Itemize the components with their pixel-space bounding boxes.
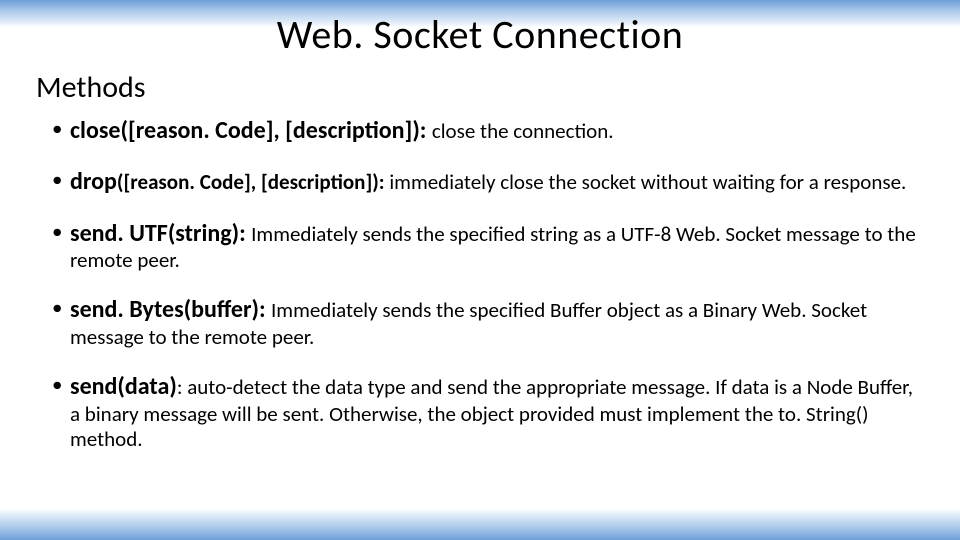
method-signature-tail: ([reason. Code], [description]):: [117, 169, 389, 195]
method-description: auto-detect the data type and send the a…: [70, 374, 913, 452]
method-signature: send. UTF(string):: [70, 219, 251, 248]
method-signature-tail: :: [177, 374, 187, 400]
slide-title: Web. Socket Connection: [0, 0, 960, 65]
list-item: drop([reason. Code], [description]): imm…: [70, 167, 920, 196]
slide-subtitle: Methods: [0, 65, 960, 116]
method-description: immediately close the socket without wai…: [389, 169, 906, 195]
method-list: close([reason. Code], [description]): cl…: [0, 116, 960, 453]
list-item: send(data): auto-detect the data type an…: [70, 372, 920, 452]
list-item: send. UTF(string): Immediately sends the…: [70, 219, 920, 274]
slide-body: Web. Socket Connection Methods close([re…: [0, 0, 960, 540]
method-signature: close([reason. Code], [description]):: [70, 116, 432, 145]
list-item: close([reason. Code], [description]): cl…: [70, 116, 920, 145]
method-signature: drop: [70, 167, 117, 196]
method-signature: send(data): [70, 372, 177, 401]
method-description: close the connection.: [432, 118, 614, 144]
method-signature: send. Bytes(buffer):: [70, 295, 271, 324]
list-item: send. Bytes(buffer): Immediately sends t…: [70, 295, 920, 350]
